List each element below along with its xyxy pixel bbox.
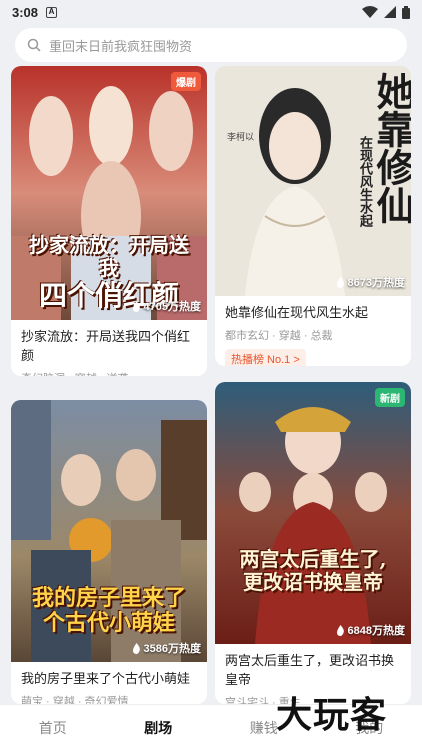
poster-art-4 [215, 382, 411, 644]
heat-value-1: 4705万热度 [143, 301, 201, 313]
status-bar: 3:08 A [0, 0, 422, 24]
drama-poster-3: 我的房子里来了 个古代小萌娃 3586万热度 [11, 400, 207, 662]
card-tags-3: 萌宝 · 穿越 · 奇幻爱情 [21, 695, 129, 704]
poster-title-1-line1: 抄家流放：开局送我 [29, 233, 189, 280]
drama-card-1[interactable]: 爆剧 抄家流放：开局送我 四个俏红颜 4705万热度 抄家流放：开局送我四个俏红… [11, 66, 207, 376]
tab-home[interactable]: 首页 [0, 718, 106, 738]
drama-card-2[interactable]: 她靠修仙 在现代风生水起 李柯以 8673万热度 她靠修仙在现代风生水起 都市玄… [215, 66, 411, 366]
drama-poster-2: 她靠修仙 在现代风生水起 李柯以 8673万热度 [215, 66, 411, 296]
rank-chip[interactable]: 热播榜 No.1 > [225, 348, 306, 366]
heat-label-2: 8673万热度 [336, 274, 405, 290]
card-title-3: 我的房子里来了个古代小萌娃 [21, 671, 191, 686]
fire-icon [132, 642, 140, 654]
fire-icon [132, 300, 140, 312]
poster-title-4-line2: 更改诏书换皇帝 [243, 570, 383, 594]
search-icon [27, 38, 41, 52]
drama-poster-4: 新剧 两宫太后重生了, 更改诏书换皇帝 6848万热度 [215, 382, 411, 644]
card-tags-2: 都市玄幻 · 穿越 · 总裁 [225, 329, 333, 342]
fire-icon [336, 624, 344, 636]
poster-title-2-big: 她靠修仙 [370, 72, 411, 224]
hot-badge: 爆剧 [171, 72, 201, 91]
card-tags-1: 奇幻脑洞 · 穿越 · 逆袭 [11, 366, 207, 376]
poster-title-4-line1: 两宫太后重生了, [239, 547, 387, 571]
heat-value-4: 6848万热度 [347, 625, 405, 637]
heat-label-1: 4705万热度 [132, 298, 201, 314]
status-icons [362, 5, 410, 19]
poster-title-4: 两宫太后重生了, 更改诏书换皇帝 [225, 548, 401, 594]
poster-title-3-line2: 个古代小萌娃 [42, 610, 175, 637]
signal-icon [384, 6, 396, 18]
poster-subtitle-2: 在现代风生水起 [357, 136, 372, 227]
poster-title-3-line1: 我的房子里来了 [31, 585, 186, 611]
drama-card-4[interactable]: 新剧 两宫太后重生了, 更改诏书换皇帝 6848万热度 两宫太后重生了，更改诏书… [215, 382, 411, 704]
search-bar[interactable]: 重回末日前我疯狂囤物资 [15, 28, 407, 62]
poster-actor-2: 李柯以 [227, 133, 255, 143]
poster-title-3: 我的房子里来了 个古代小萌娃 [21, 585, 197, 637]
new-badge: 新剧 [375, 388, 405, 407]
wifi-icon [362, 6, 378, 18]
card-title-1: 抄家流放：开局送我四个俏红颜 [21, 329, 191, 363]
status-time: 3:08 [12, 4, 39, 20]
tab-theater[interactable]: 剧场 [106, 718, 212, 738]
battery-icon [402, 5, 410, 19]
watermark-logo: 大玩客 [276, 695, 388, 736]
notification-icon: A [46, 6, 58, 18]
heat-value-2: 8673万热度 [347, 277, 405, 289]
drama-poster-1: 爆剧 抄家流放：开局送我 四个俏红颜 4705万热度 [11, 66, 207, 320]
card-title-4: 两宫太后重生了，更改诏书换皇帝 [225, 653, 395, 687]
heat-label-4: 6848万热度 [336, 622, 405, 638]
fire-icon [336, 276, 344, 288]
heat-value-3: 3586万热度 [143, 643, 201, 655]
heat-label-3: 3586万热度 [132, 640, 201, 656]
card-title-2: 她靠修仙在现代风生水起 [225, 305, 369, 320]
drama-card-3[interactable]: 我的房子里来了 个古代小萌娃 3586万热度 我的房子里来了个古代小萌娃 萌宝 … [11, 400, 207, 704]
search-placeholder: 重回末日前我疯狂囤物资 [49, 38, 193, 54]
